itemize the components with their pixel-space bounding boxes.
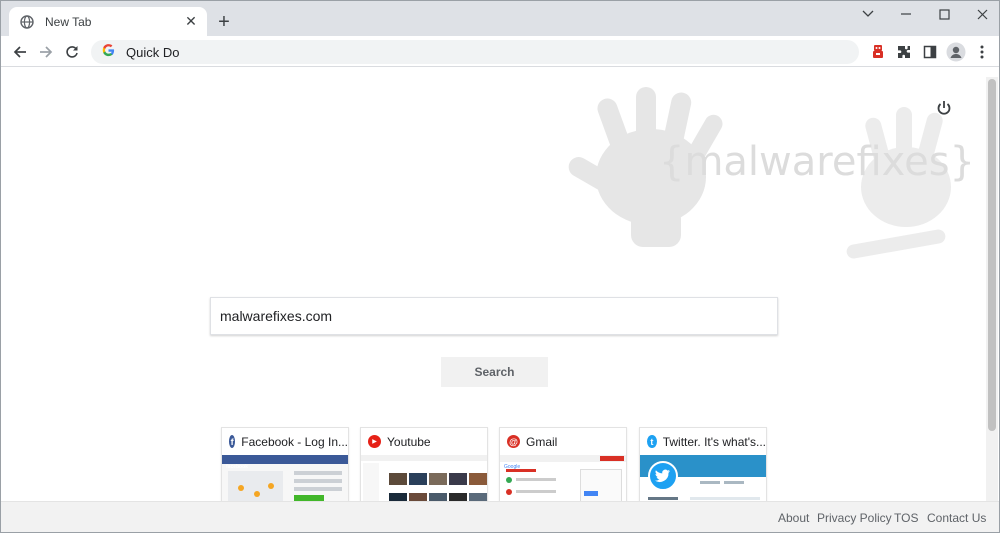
tile-twitter[interactable]: t Twitter. It's what's... (639, 427, 767, 501)
tile-title: Youtube (387, 434, 431, 449)
tab-title: New Tab (45, 14, 92, 29)
tile-youtube[interactable]: ▶ Youtube (360, 427, 488, 501)
browser-window: New Tab ✕ + Quick Do {malwarefixes} malw… (0, 0, 1000, 533)
new-tab-page: {malwarefixes} Search f Facebook - Log I… (1, 67, 999, 501)
tile-header: ▶ Youtube (361, 428, 487, 455)
forward-arrow-icon[interactable] (34, 40, 58, 64)
footer-link-tos[interactable]: TOS (894, 511, 918, 525)
footer-link-privacy[interactable]: Privacy Policy (817, 511, 892, 525)
reload-icon[interactable] (60, 40, 84, 64)
search-button[interactable]: Search (441, 357, 548, 387)
scroll-thumb[interactable] (988, 79, 996, 431)
tile-title: Gmail (526, 434, 558, 449)
footer: About Privacy Policy TOS Contact Us (1, 501, 999, 532)
tile-gmail[interactable]: @ Gmail Google (499, 427, 627, 501)
watermark: {malwarefixes} (546, 87, 975, 267)
facebook-icon: f (229, 435, 236, 448)
thumb-map-graphic (228, 471, 283, 501)
tile-title: Facebook - Log In... (241, 434, 348, 449)
sidepanel-icon[interactable] (918, 40, 942, 64)
window-close-icon[interactable] (963, 1, 999, 27)
thumb-facebook-header: facebook (226, 464, 248, 470)
address-bar[interactable]: Quick Do (91, 40, 859, 64)
tile-thumbnail: Google (500, 455, 626, 501)
tab-strip: New Tab ✕ + (1, 1, 999, 36)
youtube-icon: ▶ (368, 435, 381, 448)
kebab-menu-icon[interactable] (970, 40, 994, 64)
minimize-icon[interactable] (887, 1, 925, 27)
globe-icon (19, 14, 35, 30)
address-text: Quick Do (126, 44, 180, 60)
google-g-icon (100, 44, 116, 60)
footer-link-about[interactable]: About (778, 511, 809, 525)
back-arrow-icon[interactable] (8, 40, 32, 64)
thumb-form-line (294, 471, 342, 475)
tab-new-tab[interactable]: New Tab ✕ (9, 7, 207, 36)
close-icon[interactable]: ✕ (181, 12, 201, 32)
tile-thumbnail (361, 455, 487, 501)
chevron-down-icon[interactable] (849, 1, 887, 27)
footer-link-contact[interactable]: Contact Us (927, 511, 986, 525)
tile-thumbnail (640, 455, 766, 501)
twitter-bird-icon (648, 461, 678, 491)
browser-toolbar: Quick Do (1, 36, 999, 67)
tile-facebook[interactable]: f Facebook - Log In... facebook (221, 427, 349, 501)
tile-thumbnail: facebook (222, 455, 348, 501)
profile-icon[interactable] (944, 40, 968, 64)
extension-robot-icon[interactable] (866, 40, 890, 64)
plus-icon[interactable]: + (213, 11, 235, 33)
tile-header: @ Gmail (500, 428, 626, 455)
gmail-icon: @ (507, 435, 520, 448)
tile-header: f Facebook - Log In... (222, 428, 348, 455)
tile-header: t Twitter. It's what's... (640, 428, 766, 455)
scrollbar[interactable] (986, 77, 998, 501)
puzzle-icon[interactable] (892, 40, 916, 64)
search-input[interactable] (210, 297, 778, 335)
watermark-text: {malwarefixes} (659, 139, 975, 185)
thumb-form-line (294, 487, 342, 491)
twitter-icon: t (647, 435, 657, 448)
thumb-form-line (294, 479, 342, 483)
tile-title: Twitter. It's what's... (662, 434, 766, 449)
power-icon[interactable] (931, 95, 957, 121)
maximize-icon[interactable] (925, 1, 963, 27)
